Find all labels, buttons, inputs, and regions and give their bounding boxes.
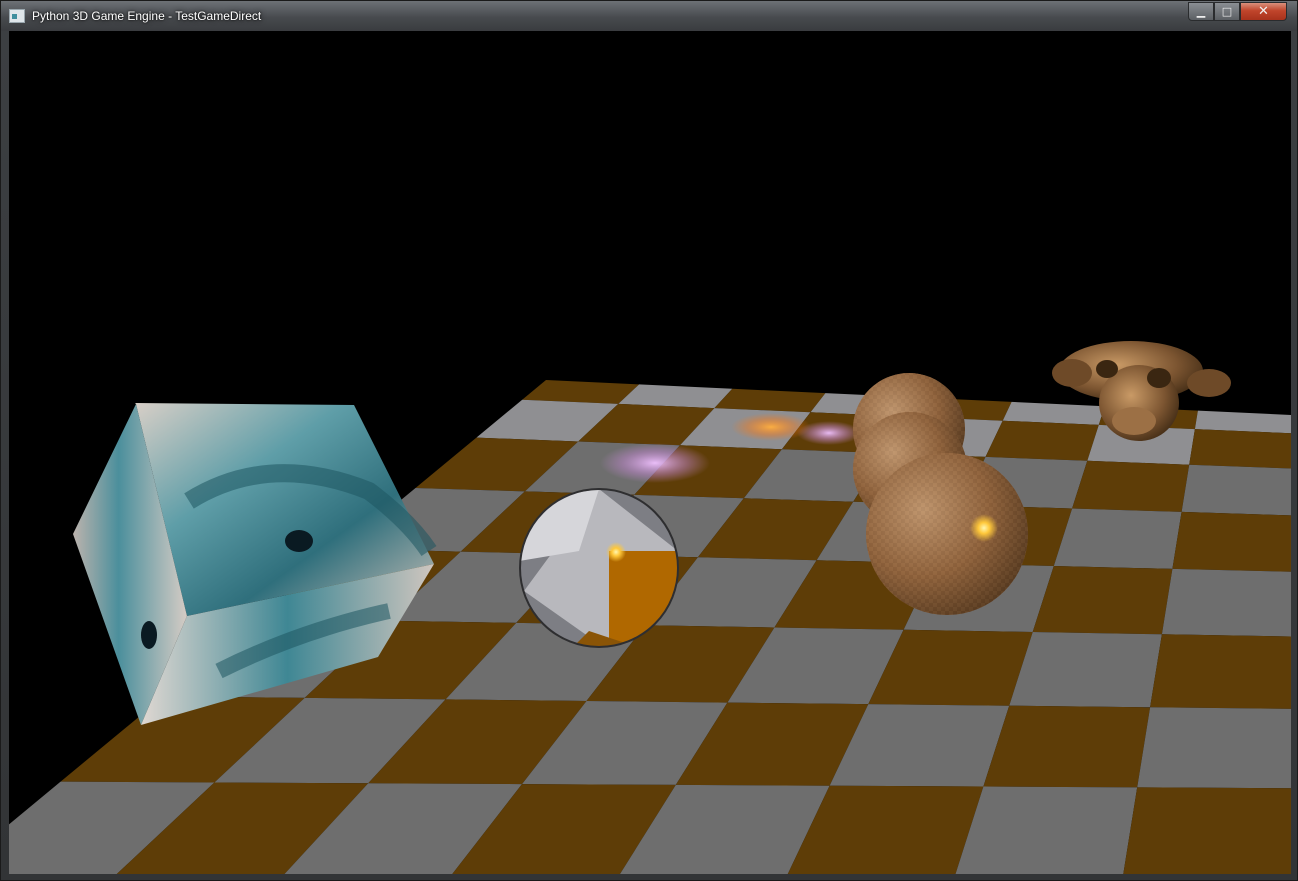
floor-tile bbox=[1137, 707, 1291, 789]
floor-tile bbox=[1161, 568, 1291, 637]
floor-light-glow bbox=[600, 443, 710, 483]
specular-highlight bbox=[606, 542, 626, 562]
maximize-button[interactable]: □ bbox=[1214, 2, 1240, 21]
floor-tile bbox=[618, 384, 733, 409]
floor-tile bbox=[955, 786, 1138, 874]
floor-light-glow bbox=[797, 421, 861, 445]
app-icon[interactable] bbox=[9, 9, 25, 23]
monkey-eye bbox=[1096, 360, 1118, 378]
cube-eye-detail bbox=[141, 621, 157, 649]
floor-tile bbox=[1009, 632, 1162, 708]
render-viewport[interactable] bbox=[9, 31, 1291, 874]
floor-tile bbox=[1181, 464, 1291, 516]
title-bar[interactable]: Python 3D Game Engine - TestGameDirect ▁… bbox=[1, 1, 1297, 31]
floor-tile bbox=[1032, 566, 1173, 635]
minimize-button[interactable]: ▁ bbox=[1188, 2, 1214, 21]
floor-tile bbox=[1123, 787, 1291, 874]
cube-eye-detail bbox=[285, 530, 313, 552]
specular-highlight bbox=[970, 514, 998, 542]
floor-tile bbox=[985, 420, 1099, 461]
monkey-eye bbox=[1147, 368, 1171, 388]
scene-canvas bbox=[9, 341, 1291, 874]
floor-tile bbox=[1053, 508, 1182, 569]
floor-tile bbox=[983, 705, 1151, 788]
window-title: Python 3D Game Engine - TestGameDirect bbox=[32, 9, 262, 23]
caption-buttons: ▁ □ ✕ bbox=[1188, 2, 1287, 22]
floor-tile bbox=[1072, 460, 1190, 512]
app-window: Python 3D Game Engine - TestGameDirect ▁… bbox=[0, 0, 1298, 881]
floor-tile bbox=[1189, 429, 1291, 469]
floor-tile bbox=[1172, 511, 1291, 572]
floor-tile bbox=[714, 388, 826, 413]
close-button[interactable]: ✕ bbox=[1240, 2, 1287, 21]
floor-tile bbox=[1150, 634, 1291, 709]
floor-tile bbox=[522, 380, 640, 404]
